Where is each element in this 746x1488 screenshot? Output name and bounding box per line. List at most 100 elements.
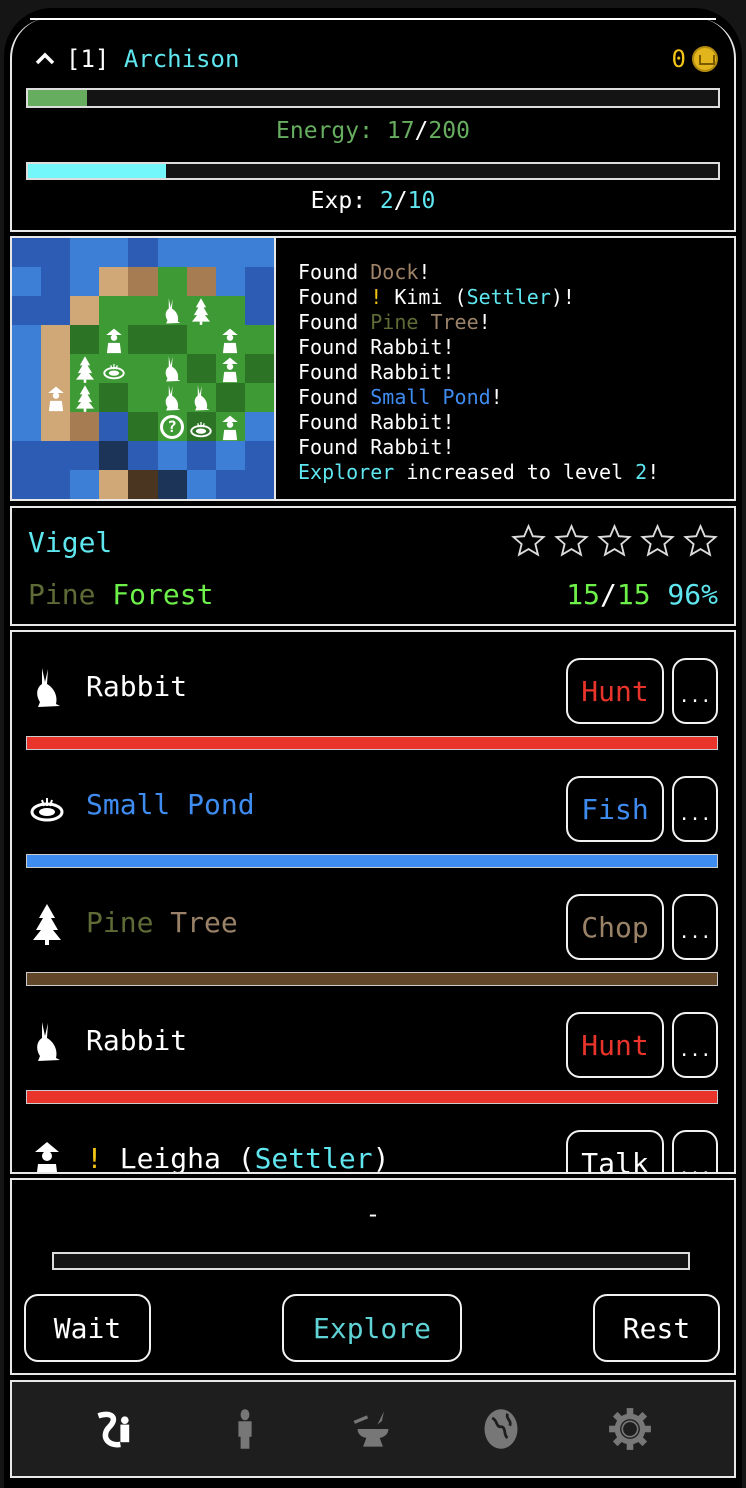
rabbit-icon (30, 1020, 64, 1064)
map-tile (215, 354, 245, 383)
map-tile (157, 441, 187, 470)
action-panel: - Wait Explore Rest (10, 1178, 736, 1375)
map-tile (99, 441, 129, 470)
world-globe-icon[interactable] (471, 1399, 531, 1459)
settings-gear-icon[interactable] (600, 1399, 660, 1459)
map-tile (70, 267, 100, 296)
more-button[interactable]: ... (672, 894, 718, 960)
map-tile (244, 238, 274, 267)
more-button[interactable]: ... (672, 1012, 718, 1078)
encounter-health-bar (26, 854, 718, 868)
encounter-name: Pine Tree (86, 906, 238, 939)
more-button[interactable]: ... (672, 1130, 718, 1172)
settler-icon (219, 355, 241, 383)
map-tile (99, 267, 129, 296)
pine-tree-icon (74, 355, 96, 383)
log-line: Found Pine Tree! (298, 310, 491, 334)
map-tile (215, 238, 245, 267)
map-tile (244, 354, 274, 383)
map-tile (128, 412, 158, 441)
encounter-row[interactable]: Small Pond Fish ... (26, 750, 718, 868)
rabbit-icon (161, 355, 183, 383)
rabbit-icon (161, 297, 183, 325)
character-name[interactable]: Archison (124, 45, 240, 73)
talk-button[interactable]: Talk (566, 1130, 664, 1172)
pine-tree-icon (74, 384, 96, 412)
character-icon[interactable] (215, 1399, 275, 1459)
settler-icon (45, 384, 67, 412)
encounter-row[interactable]: ! Leigha (Settler) Talk ... (26, 1104, 718, 1174)
pine-tree-icon (30, 902, 64, 946)
chevron-up-icon[interactable] (34, 48, 56, 70)
map-tile (244, 383, 274, 412)
map-tile (12, 412, 42, 441)
map-tile (244, 470, 274, 499)
map-tile (70, 383, 100, 412)
crafting-anvil-icon[interactable] (343, 1399, 403, 1459)
hunt-button[interactable]: Hunt (566, 658, 664, 724)
map-tile (157, 296, 187, 325)
star-icon (554, 524, 589, 557)
map-tile (12, 325, 42, 354)
settler-icon (30, 1138, 64, 1172)
bottom-nav (10, 1380, 736, 1478)
biome-name: Pine Forest (28, 578, 214, 611)
map-tile (244, 441, 274, 470)
encounter-row[interactable]: Pine Tree Chop ... (26, 868, 718, 986)
encounter-health-bar (26, 736, 718, 750)
map-tile (99, 470, 129, 499)
encounter-row[interactable]: Rabbit Hunt ... (26, 632, 718, 750)
wait-button[interactable]: Wait (24, 1294, 151, 1362)
settler-icon (219, 413, 241, 441)
encounter-name: Rabbit (86, 670, 188, 703)
chop-button[interactable]: Chop (566, 894, 664, 960)
map-tile (215, 441, 245, 470)
map-tile (12, 383, 42, 412)
pond-icon (103, 355, 125, 383)
encounter-list[interactable]: Rabbit Hunt ... Small Pond Fish ... Pine… (10, 630, 736, 1174)
crown-coin-icon (692, 46, 718, 72)
map-tile (41, 238, 71, 267)
explore-icon[interactable] (86, 1399, 146, 1459)
more-button[interactable]: ... (672, 658, 718, 724)
world-map[interactable]: ? (12, 238, 276, 499)
map-tile (128, 441, 158, 470)
encounter-name: Rabbit (86, 1024, 188, 1057)
map-tile (41, 267, 71, 296)
rabbit-icon (190, 384, 212, 412)
map-tile (70, 412, 100, 441)
rest-button[interactable]: Rest (593, 1294, 720, 1362)
map-tile (186, 470, 216, 499)
character-header: [1] Archison 0 Energy: 17/200 Exp: 2/10 (10, 18, 736, 232)
map-tile (157, 383, 187, 412)
character-level: [1] (66, 45, 110, 73)
map-tile (215, 267, 245, 296)
map-tile (186, 238, 216, 267)
hunt-button[interactable]: Hunt (566, 1012, 664, 1078)
map-and-log: ? Found Dock! Found ! Kimi (Settler)! Foun… (10, 236, 736, 501)
map-tile (99, 238, 129, 267)
map-tile: ? (157, 412, 187, 441)
map-tile (41, 441, 71, 470)
fish-button[interactable]: Fish (566, 776, 664, 842)
log-line: Found Rabbit! (298, 335, 455, 359)
map-tile (186, 267, 216, 296)
log-line: Found Rabbit! (298, 435, 455, 459)
encounter-name: ! Leigha (Settler) (86, 1142, 390, 1174)
unknown-icon: ? (160, 414, 185, 439)
log-line: Explorer increased to level 2! (298, 460, 660, 483)
map-tile (99, 296, 129, 325)
more-button[interactable]: ... (672, 776, 718, 842)
pond-icon (190, 413, 212, 441)
map-tile (70, 354, 100, 383)
area-stats: 15/15 96% (566, 578, 718, 611)
event-log: Found Dock! Found ! Kimi (Settler)! Found … (276, 238, 734, 483)
map-tile (41, 296, 71, 325)
encounter-row[interactable]: Rabbit Hunt ... (26, 986, 718, 1104)
map-tile (12, 267, 42, 296)
log-line: Found Dock! (298, 260, 431, 284)
pond-icon (30, 784, 64, 828)
rating-stars (511, 524, 718, 557)
explore-button[interactable]: Explore (282, 1294, 462, 1362)
map-tile (12, 441, 42, 470)
